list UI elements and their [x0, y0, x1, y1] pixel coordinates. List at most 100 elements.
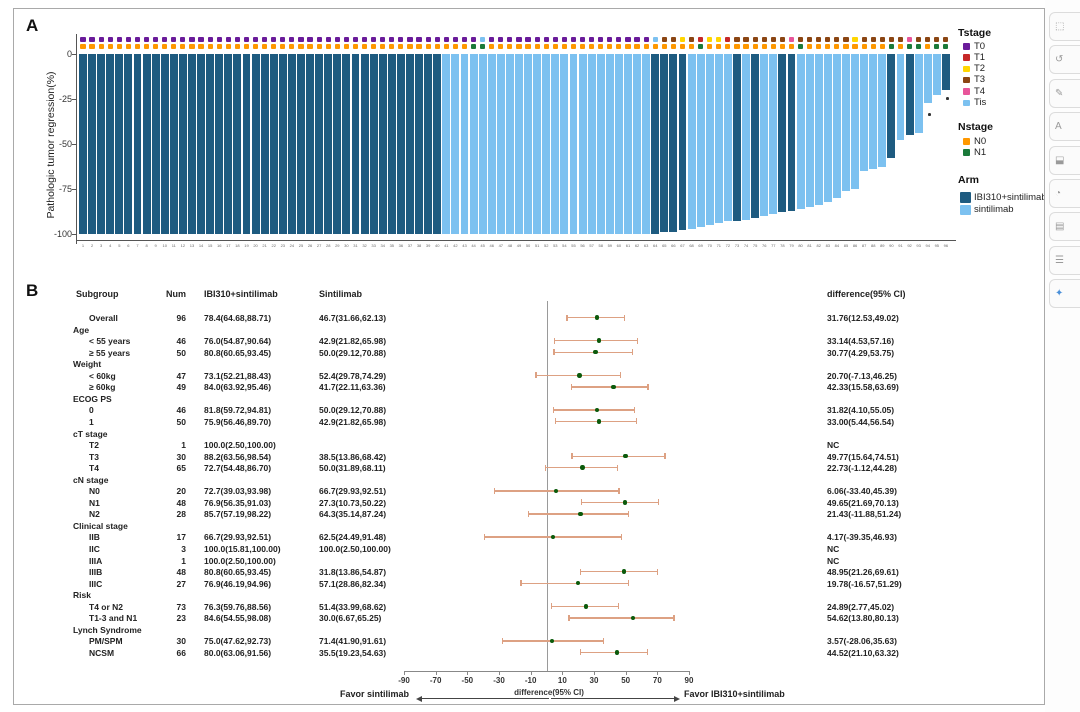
num-value: 65 [156, 463, 186, 473]
ci-cap-left [494, 488, 495, 494]
arm2-value: 27.3(10.73,50.22) [319, 498, 386, 508]
toolbar-button-3[interactable]: ✎ [1049, 79, 1080, 108]
arm1-value: 100.0(2.50,100.00) [204, 440, 276, 450]
arm1-value: 80.8(60.65,93.45) [204, 348, 271, 358]
arm1-value: 80.8(60.65,93.45) [204, 567, 271, 577]
ci-point-estimate [622, 569, 627, 574]
ci-cap-left [566, 315, 567, 321]
toolbar-button-1[interactable]: ⬚ [1049, 12, 1080, 41]
arm1-value: 81.8(59.72,94.81) [204, 405, 271, 415]
ci-cap-left [545, 465, 546, 471]
ci-point-estimate [584, 604, 589, 609]
arm2-value: 50.0(29.12,70.88) [319, 348, 386, 358]
ci-cap-left [502, 638, 503, 644]
subgroup-label: T1-3 and N1 [89, 613, 137, 623]
arm1-value: 73.1(52.21,88.43) [204, 371, 271, 381]
ci-point-estimate [554, 489, 559, 494]
forest-x-tick-mark [467, 671, 468, 675]
subgroup-group-label: Clinical stage [73, 521, 128, 531]
ci-cap-right [603, 638, 604, 644]
ci-cap-left [555, 418, 556, 424]
arm1-value: 100.0(2.50,100.00) [204, 556, 276, 566]
toolbar-button-2[interactable]: ↺ [1049, 45, 1080, 74]
forest-x-tick-label: 90 [677, 676, 701, 685]
ci-point-estimate [615, 650, 620, 655]
forest-x-axis-title: difference(95% CI) [469, 688, 629, 697]
toolbar-button-4[interactable]: A [1049, 112, 1080, 141]
subgroup-label: PM/SPM [89, 636, 123, 646]
ci-cap-right [637, 338, 638, 344]
num-value: 47 [156, 371, 186, 381]
subgroup-label: NCSM [89, 648, 114, 658]
ci-cap-right [636, 418, 637, 424]
num-value: 66 [156, 648, 186, 658]
ci-cap-left [551, 603, 552, 609]
difference-value: 42.33(15.58,63.69) [827, 382, 899, 392]
num-value: 50 [156, 348, 186, 358]
ci-cap-right [647, 384, 648, 390]
difference-value: 24.89(2.77,45.02) [827, 602, 894, 612]
side-toolbar: ⬚ ↺ ✎ A ⬓ ◔ ▤ ☰ ✦ [1045, 0, 1080, 712]
toolbar-button-5[interactable]: ⬓ [1049, 146, 1080, 175]
ci-cap-left [581, 499, 582, 505]
forest-x-tick-label: -30 [487, 676, 511, 685]
ci-cap-right [658, 499, 659, 505]
subgroup-label: ≥ 60kg [89, 382, 115, 392]
ci-bar [571, 456, 664, 457]
arm1-value: 76.0(54.87,90.64) [204, 336, 271, 346]
forest-x-tick-mark [689, 671, 690, 675]
difference-value: NC [827, 556, 839, 566]
ci-point-estimate [595, 408, 600, 413]
subgroup-group-label: ECOG PS [73, 394, 112, 404]
toolbar-button-6[interactable]: ◔ [1049, 179, 1080, 208]
arm2-value: 51.4(33.99,68.62) [319, 602, 386, 612]
difference-value: 44.52(21.10,63.32) [827, 648, 899, 658]
arm1-value: 84.6(54.55,98.08) [204, 613, 271, 623]
toolbar-button-8[interactable]: ☰ [1049, 246, 1080, 275]
toolbar-button-7[interactable]: ▤ [1049, 212, 1080, 241]
difference-value: NC [827, 440, 839, 450]
difference-value: 6.06(-33.40,45.39) [827, 486, 897, 496]
subgroup-label: N1 [89, 498, 100, 508]
subgroup-group-label: cT stage [73, 429, 108, 439]
ci-cap-right [657, 569, 658, 575]
subgroup-label: < 60kg [89, 371, 116, 381]
num-value: 48 [156, 498, 186, 508]
num-value: 50 [156, 417, 186, 427]
ci-cap-right [628, 511, 629, 517]
forest-x-tick-label: -50 [455, 676, 479, 685]
favor-left-label: Favor sintilimab [264, 689, 409, 699]
ci-point-estimate [580, 465, 585, 470]
forest-x-tick-mark [562, 671, 563, 675]
favor-right-arrow-line [551, 698, 674, 699]
num-value: 23 [156, 613, 186, 623]
ci-point-estimate [578, 512, 583, 517]
ci-cap-right [628, 580, 629, 586]
difference-value: 48.95(21.26,69.61) [827, 567, 899, 577]
ci-bar [580, 571, 657, 572]
subgroup-label: IIIA [89, 556, 102, 566]
toolbar-button-9[interactable]: ✦ [1049, 279, 1080, 308]
ci-point-estimate [593, 350, 598, 355]
difference-value: 4.17(-39.35,46.93) [827, 532, 897, 542]
num-value: 27 [156, 579, 186, 589]
arm2-value: 42.9(21.82,65.98) [319, 417, 386, 427]
favor-right-arrow-head [674, 696, 680, 702]
difference-value: 33.14(4.53,57.16) [827, 336, 894, 346]
ci-point-estimate [623, 500, 628, 505]
arm1-value: 72.7(39.03,93.98) [204, 486, 271, 496]
ci-cap-right [647, 649, 648, 655]
arm2-value: 57.1(28.86,82.34) [319, 579, 386, 589]
forest-x-tick-mark [499, 671, 500, 675]
num-value: 28 [156, 509, 186, 519]
arm2-value: 100.0(2.50,100.00) [319, 544, 391, 554]
favor-left-arrow-line [421, 698, 549, 699]
arm2-value: 64.3(35.14,87.24) [319, 509, 386, 519]
subgroup-group-label: cN stage [73, 475, 108, 485]
forest-x-tick-label: 70 [645, 676, 669, 685]
ci-cap-left [528, 511, 529, 517]
favor-left-arrow-head [416, 696, 422, 702]
arm2-value: 35.5(19.23,54.63) [319, 648, 386, 658]
forest-x-tick-mark [436, 671, 437, 675]
ci-point-estimate [597, 419, 602, 424]
